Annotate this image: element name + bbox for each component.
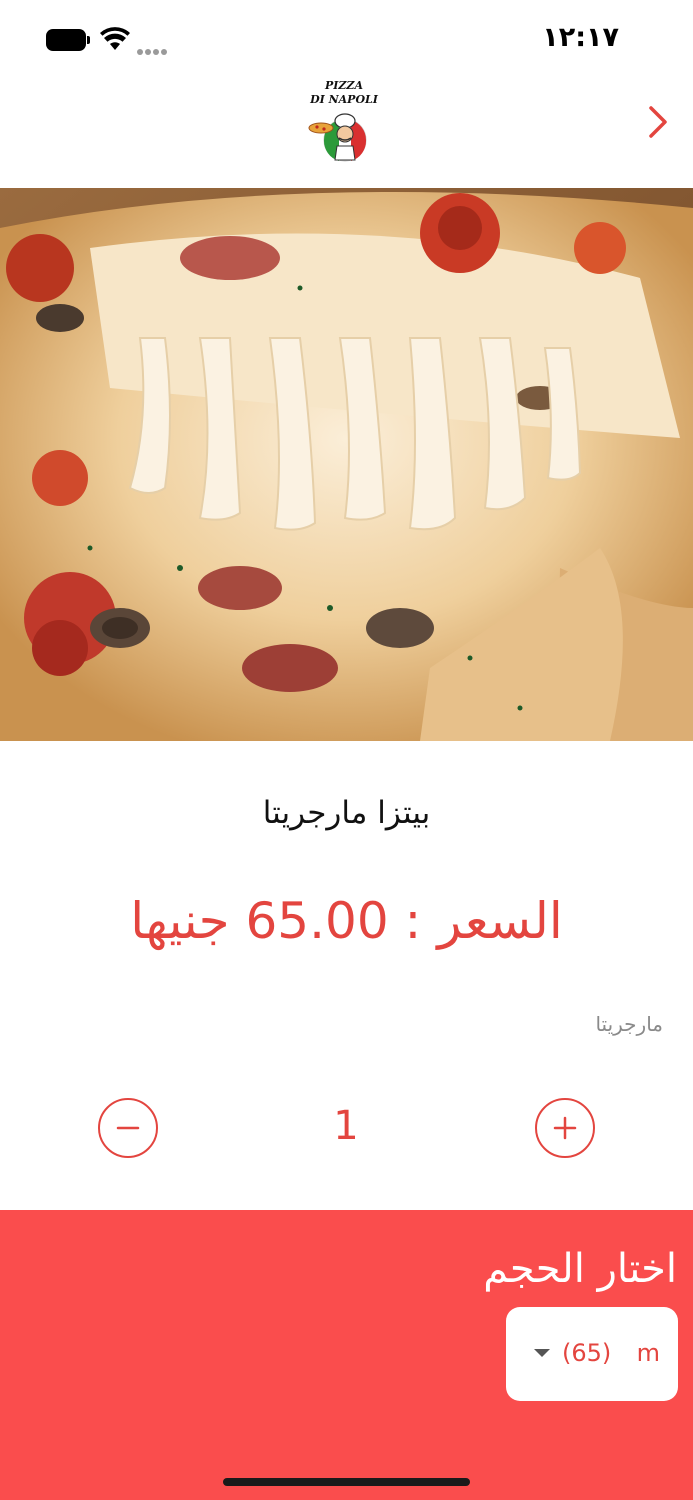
size-price: (65): [562, 1339, 612, 1367]
price-value: 65.00: [245, 892, 389, 950]
size-dropdown[interactable]: (65) m: [506, 1307, 678, 1401]
logo-line-2: DI NAPOLI: [310, 93, 378, 106]
home-indicator[interactable]: [223, 1478, 470, 1486]
quantity-value: 1: [333, 1103, 359, 1149]
plus-icon: [553, 1116, 577, 1140]
size-panel: اختار الحجم (65) m: [0, 1210, 693, 1500]
size-title: اختار الحجم: [483, 1246, 677, 1292]
size-label: m: [636, 1339, 660, 1367]
chef-logo-icon: [308, 113, 367, 162]
wifi-icon: [100, 27, 130, 50]
battery-icon: [46, 29, 90, 51]
price-separator: :: [404, 892, 422, 950]
logo-line-1: PIZZA: [324, 79, 363, 92]
header: PIZZA DI NAPOLI: [0, 70, 693, 188]
price-label: السعر: [437, 892, 563, 950]
product-description: مارجريتا: [595, 1012, 663, 1036]
status-time: ١٢:١٧: [542, 22, 619, 53]
product-name: بيتزا مارجريتا: [262, 795, 431, 831]
decrease-quantity-button[interactable]: [98, 1098, 158, 1158]
pizza-di-napoli-logo: PIZZA DI NAPOLI: [305, 78, 383, 162]
product-detail-screen: ١٢:١٧ PIZZA DI NAPOLI بيتزا مارجريتا الس…: [0, 0, 693, 1500]
increase-quantity-button[interactable]: [535, 1098, 595, 1158]
pizza-photo: [0, 188, 693, 741]
status-bar: ١٢:١٧: [0, 0, 693, 80]
price-currency: جنيها: [130, 892, 230, 950]
caret-down-icon: [534, 1349, 550, 1357]
cellular-signal-icon: [137, 40, 173, 55]
price-row: السعر : 65.00 جنيها: [0, 892, 693, 950]
minus-icon: [116, 1126, 140, 1130]
chevron-right-icon[interactable]: [643, 102, 671, 142]
